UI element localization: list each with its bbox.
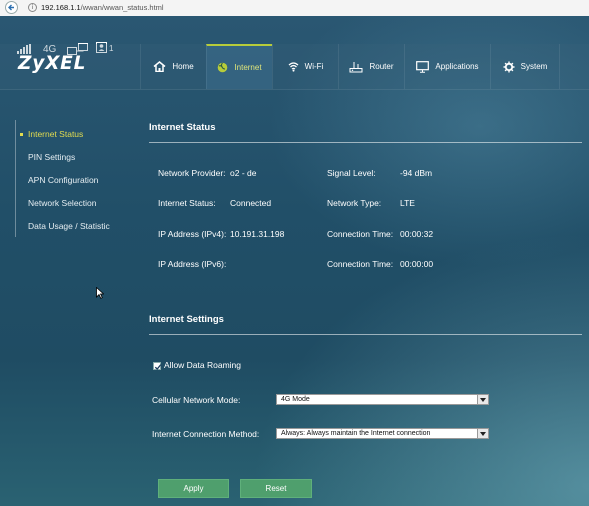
section-divider [149,142,582,143]
connection-method-select[interactable]: Always: Always maintain the Internet con… [276,428,489,439]
network-provider-label: Network Provider: [158,168,226,178]
globe-icon [218,62,228,73]
section-divider [149,334,582,335]
nav-wifi-label: Wi-Fi [304,62,324,71]
nav-system-label: System [520,62,548,71]
url-path: /wwan/wwan_status.html [80,3,164,12]
chevron-down-icon [480,398,486,402]
allow-roaming-checkbox[interactable] [153,362,162,370]
home-icon [153,61,166,72]
ipv6-label: IP Address (IPv6): [158,259,227,269]
sidebar-item-apn-configuration[interactable]: APN Configuration [28,175,98,185]
nav-internet[interactable]: Internet [206,44,272,89]
network-mode-value: 4G Mode [281,396,310,403]
signal-level-label: Signal Level: [327,168,376,178]
info-icon[interactable]: i [28,3,37,12]
signal-level-value: -94 dBm [400,168,433,178]
connection-method-label: Internet Connection Method: [152,429,260,439]
apply-button[interactable]: Apply [158,479,229,498]
status-bar: 4G 1 [0,16,589,55]
back-button[interactable] [5,1,18,14]
nav-router-label: Router [369,62,394,71]
nav-router[interactable]: Router [338,44,404,89]
network-mode-label: Cellular Network Mode: [152,395,241,405]
internet-status-title: Internet Status [149,122,216,133]
ipv4-label: IP Address (IPv4): [158,229,227,239]
sidebar-item-pin-settings[interactable]: PIN Settings [28,152,75,162]
nav-applications[interactable]: Applications [404,44,490,89]
network-type-label: Network Type: [327,198,382,208]
gear-icon [503,61,515,72]
connection-method-value: Always: Always maintain the Internet con… [281,430,431,437]
internet-status-label: Internet Status: [158,198,216,208]
network-type-value: LTE [400,198,415,208]
nav-applications-label: Applications [435,62,479,71]
reset-button[interactable]: Reset [240,479,312,498]
back-arrow-icon [8,4,14,11]
mouse-cursor-icon [96,287,104,299]
ipv4-value: 10.191.31.198 [230,229,285,239]
wifi-icon [288,61,299,72]
internet-status-value: Connected [230,198,272,208]
connection-time-value: 00:00:32 [400,229,434,239]
internet-settings-title: Internet Settings [149,314,224,325]
sidebar-divider [15,120,16,237]
nav-internet-label: Internet [234,63,262,72]
connection-time-ipv6-value: 00:00:00 [400,259,434,269]
url-host: 192.168.1.1 [41,3,81,12]
nav-wifi[interactable]: Wi-Fi [272,44,338,89]
monitor-icon [416,60,430,73]
nav-home[interactable]: Home [140,44,206,89]
nav-home-label: Home [172,62,194,71]
active-item-bullet [20,133,23,136]
browser-address-bar: i 192.168.1.1/wwan/wwan_status.html [0,0,589,17]
connection-time-label: Connection Time: [327,229,394,239]
zyxel-logo: ZyXEL [18,53,87,74]
sidebar-item-internet-status[interactable]: Internet Status [28,129,83,139]
router-icon [349,61,363,72]
network-provider-value: o2 - de [230,168,257,178]
nav-system[interactable]: System [490,44,560,89]
chevron-down-icon [480,432,486,436]
connection-time-ipv6-label: Connection Time: [327,259,394,269]
checkmark-icon [154,364,162,370]
url-field[interactable]: 192.168.1.1/wwan/wwan_status.html [41,2,164,13]
network-mode-select[interactable]: 4G Mode [276,394,489,405]
sidebar-item-data-usage[interactable]: Data Usage / Statistic [28,221,110,231]
sidebar-item-network-selection[interactable]: Network Selection [28,198,97,208]
allow-roaming-label[interactable]: Allow Data Roaming [164,360,241,370]
